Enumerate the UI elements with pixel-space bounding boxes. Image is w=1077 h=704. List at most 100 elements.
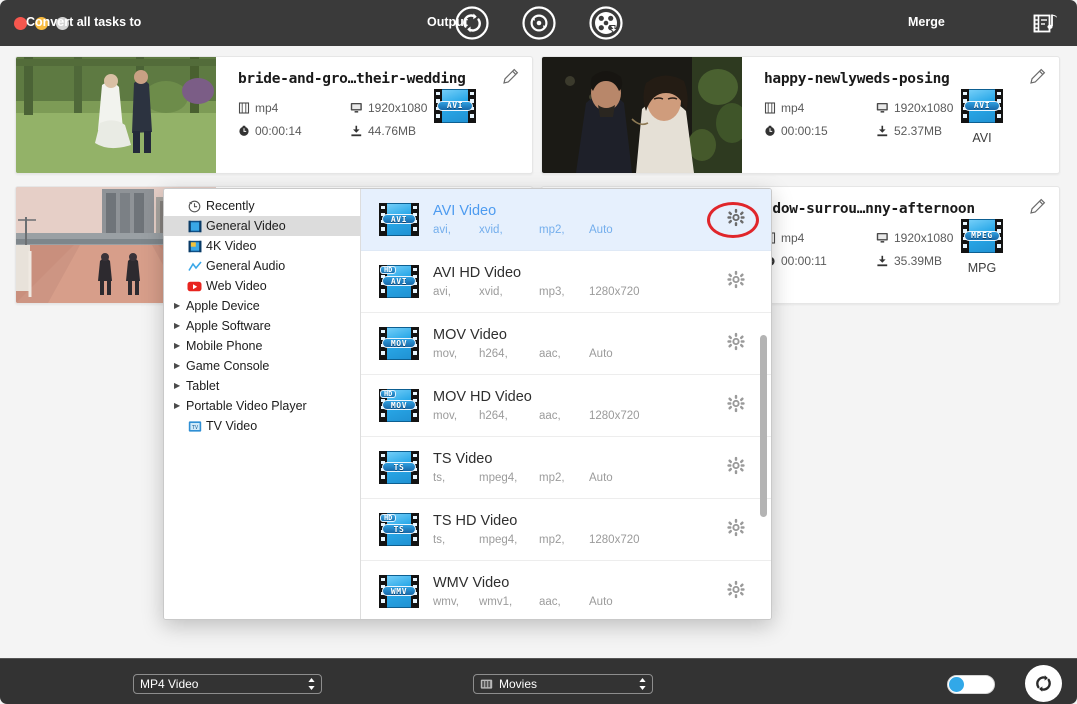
category-game-console[interactable]: ▶ Game Console	[164, 356, 360, 376]
format-row-mov-hd-video[interactable]: HD MOV MOV HD Video mov, h264, aac, 1280…	[361, 375, 771, 437]
video-thumbnail[interactable]	[542, 57, 742, 173]
format-spec: wmv, wmv1, aac, Auto	[433, 596, 613, 608]
meta-format: mp4	[764, 231, 876, 245]
category-label: Recently	[206, 199, 255, 213]
youtube-icon	[186, 281, 203, 292]
category-label: 4K Video	[206, 239, 257, 253]
category-portable-video-player[interactable]: ▶ Portable Video Player	[164, 396, 360, 416]
format-settings-gear-icon[interactable]	[727, 332, 745, 355]
convert-all-select[interactable]: MP4 Video	[133, 674, 322, 694]
format-list-scrollbar[interactable]	[760, 335, 767, 517]
ts-hd-film-icon: HD TS	[379, 513, 419, 546]
meta-duration: 00:00:14	[238, 124, 350, 138]
target-format-label: MPG	[967, 261, 997, 275]
task-card[interactable]: happy-newlyweds-posing mp4 1920x1080 00:…	[541, 56, 1060, 174]
chevron-right-icon: ▶	[174, 301, 181, 310]
category-label: Web Video	[206, 279, 267, 293]
app-window: bride-and-gro…their-wedding mp4 1920x108…	[0, 0, 1077, 704]
category-label: General Audio	[206, 259, 286, 273]
format-name: TS Video	[433, 451, 493, 467]
format-name: TS HD Video	[433, 513, 518, 529]
download-icon	[351, 125, 362, 137]
target-format-badge[interactable]: MPEG MPG	[953, 219, 1011, 275]
category-4k-video[interactable]: 4K Video	[164, 236, 360, 256]
download-icon	[877, 255, 888, 267]
format-settings-gear-icon[interactable]	[727, 270, 745, 293]
category-label: General Video	[206, 219, 286, 233]
rename-icon[interactable]	[1028, 198, 1046, 216]
format-name: AVI Video	[433, 203, 497, 219]
format-settings-gear-icon[interactable]	[727, 208, 745, 231]
avi-film-icon: AVI	[379, 203, 419, 236]
category-tv-video[interactable]: TV TV Video	[164, 416, 360, 436]
rename-icon[interactable]	[1028, 68, 1046, 86]
format-dropdown-panel: Recently General Video 4K Video General …	[163, 188, 772, 620]
category-label: Tablet	[186, 379, 220, 393]
mov-hd-film-icon: HD MOV	[379, 389, 419, 422]
film-icon	[764, 102, 776, 114]
format-spec: mov, h264, aac, 1280x720	[433, 410, 640, 422]
format-row-wmv-video[interactable]: WMV WMV Video wmv, wmv1, aac, Auto	[361, 561, 771, 619]
format-list[interactable]: AVI AVI Video avi, xvid, mp2, Auto HD AV…	[361, 189, 771, 619]
mov-film-icon: MOV	[379, 327, 419, 360]
ts-film-icon: TS	[379, 451, 419, 484]
format-spec: avi, xvid, mp2, Auto	[433, 224, 613, 236]
category-apple-device[interactable]: ▶ Apple Device	[164, 296, 360, 316]
category-apple-software[interactable]: ▶ Apple Software	[164, 316, 360, 336]
downloader-icon[interactable]	[588, 5, 624, 41]
category-label: Game Console	[186, 359, 270, 373]
format-row-ts-video[interactable]: TS TS Video ts, mpeg4, mp2, Auto	[361, 437, 771, 499]
task-info: happy-newlyweds-posing mp4 1920x1080 00:…	[742, 57, 1059, 173]
category-web-video[interactable]: Web Video	[164, 276, 360, 296]
merge-toggle[interactable]	[947, 675, 995, 694]
format-settings-gear-icon[interactable]	[727, 456, 745, 479]
category-recently[interactable]: Recently	[164, 196, 360, 216]
rename-icon[interactable]	[501, 68, 519, 86]
convert-button[interactable]	[1025, 665, 1062, 702]
format-spec: ts, mpeg4, mp2, 1280x720	[433, 534, 640, 546]
chevron-right-icon: ▶	[174, 401, 181, 410]
format-row-avi-hd-video[interactable]: HD AVI AVI HD Video avi, xvid, mp3, 1280…	[361, 251, 771, 313]
format-row-avi-video[interactable]: AVI AVI Video avi, xvid, mp2, Auto	[361, 189, 771, 251]
format-settings-gear-icon[interactable]	[727, 580, 745, 603]
video-thumbnail[interactable]	[16, 57, 216, 173]
category-mobile-phone[interactable]: ▶ Mobile Phone	[164, 336, 360, 356]
mpeg-film-icon: MPEG	[961, 219, 1003, 253]
format-settings-gear-icon[interactable]	[727, 518, 745, 541]
chevron-right-icon: ▶	[174, 381, 181, 390]
merge-label: Merge	[908, 15, 945, 29]
target-format-badge[interactable]: AVI	[426, 89, 484, 131]
category-general-audio[interactable]: General Audio	[164, 256, 360, 276]
meta-format: mp4	[238, 101, 350, 115]
task-title: happy-newlyweds-posing	[764, 71, 950, 87]
format-settings-gear-icon[interactable]	[727, 394, 745, 417]
clock-icon	[239, 125, 249, 136]
folder-icon	[480, 678, 493, 690]
stepper-icon	[307, 677, 316, 691]
task-title: bride-and-gro…their-wedding	[238, 71, 466, 87]
monitor-icon	[350, 103, 362, 113]
format-spec: ts, mpeg4, mp2, Auto	[433, 472, 613, 484]
task-info: adow-surrou…nny-afternoon mp4 1920x1080 …	[742, 187, 1059, 303]
download-icon	[877, 125, 888, 137]
wmv-film-icon: WMV	[379, 575, 419, 608]
output-select[interactable]: Movies	[473, 674, 653, 694]
format-name: MOV HD Video	[433, 389, 532, 405]
category-tablet[interactable]: ▶ Tablet	[164, 376, 360, 396]
task-info: bride-and-gro…their-wedding mp4 1920x108…	[216, 57, 532, 173]
task-card[interactable]: bride-and-gro…their-wedding mp4 1920x108…	[15, 56, 533, 174]
format-row-ts-hd-video[interactable]: HD TS TS HD Video ts, mpeg4, mp2, 1280x7…	[361, 499, 771, 561]
avi-film-icon: AVI	[961, 89, 1003, 123]
ripper-icon[interactable]	[521, 5, 557, 41]
target-format-badge[interactable]: AVI AVI	[953, 89, 1011, 145]
category-label: Mobile Phone	[186, 339, 263, 353]
format-row-mov-video[interactable]: MOV MOV Video mov, h264, aac, Auto	[361, 313, 771, 375]
media-toolbox-icon[interactable]	[1031, 11, 1061, 37]
chevron-right-icon: ▶	[174, 361, 181, 370]
clock-icon	[186, 200, 203, 213]
meta-duration: 00:00:11	[764, 254, 876, 268]
category-general-video[interactable]: General Video	[164, 216, 360, 236]
format-name: AVI HD Video	[433, 265, 522, 281]
chevron-right-icon: ▶	[174, 321, 181, 330]
film-icon	[238, 102, 250, 114]
